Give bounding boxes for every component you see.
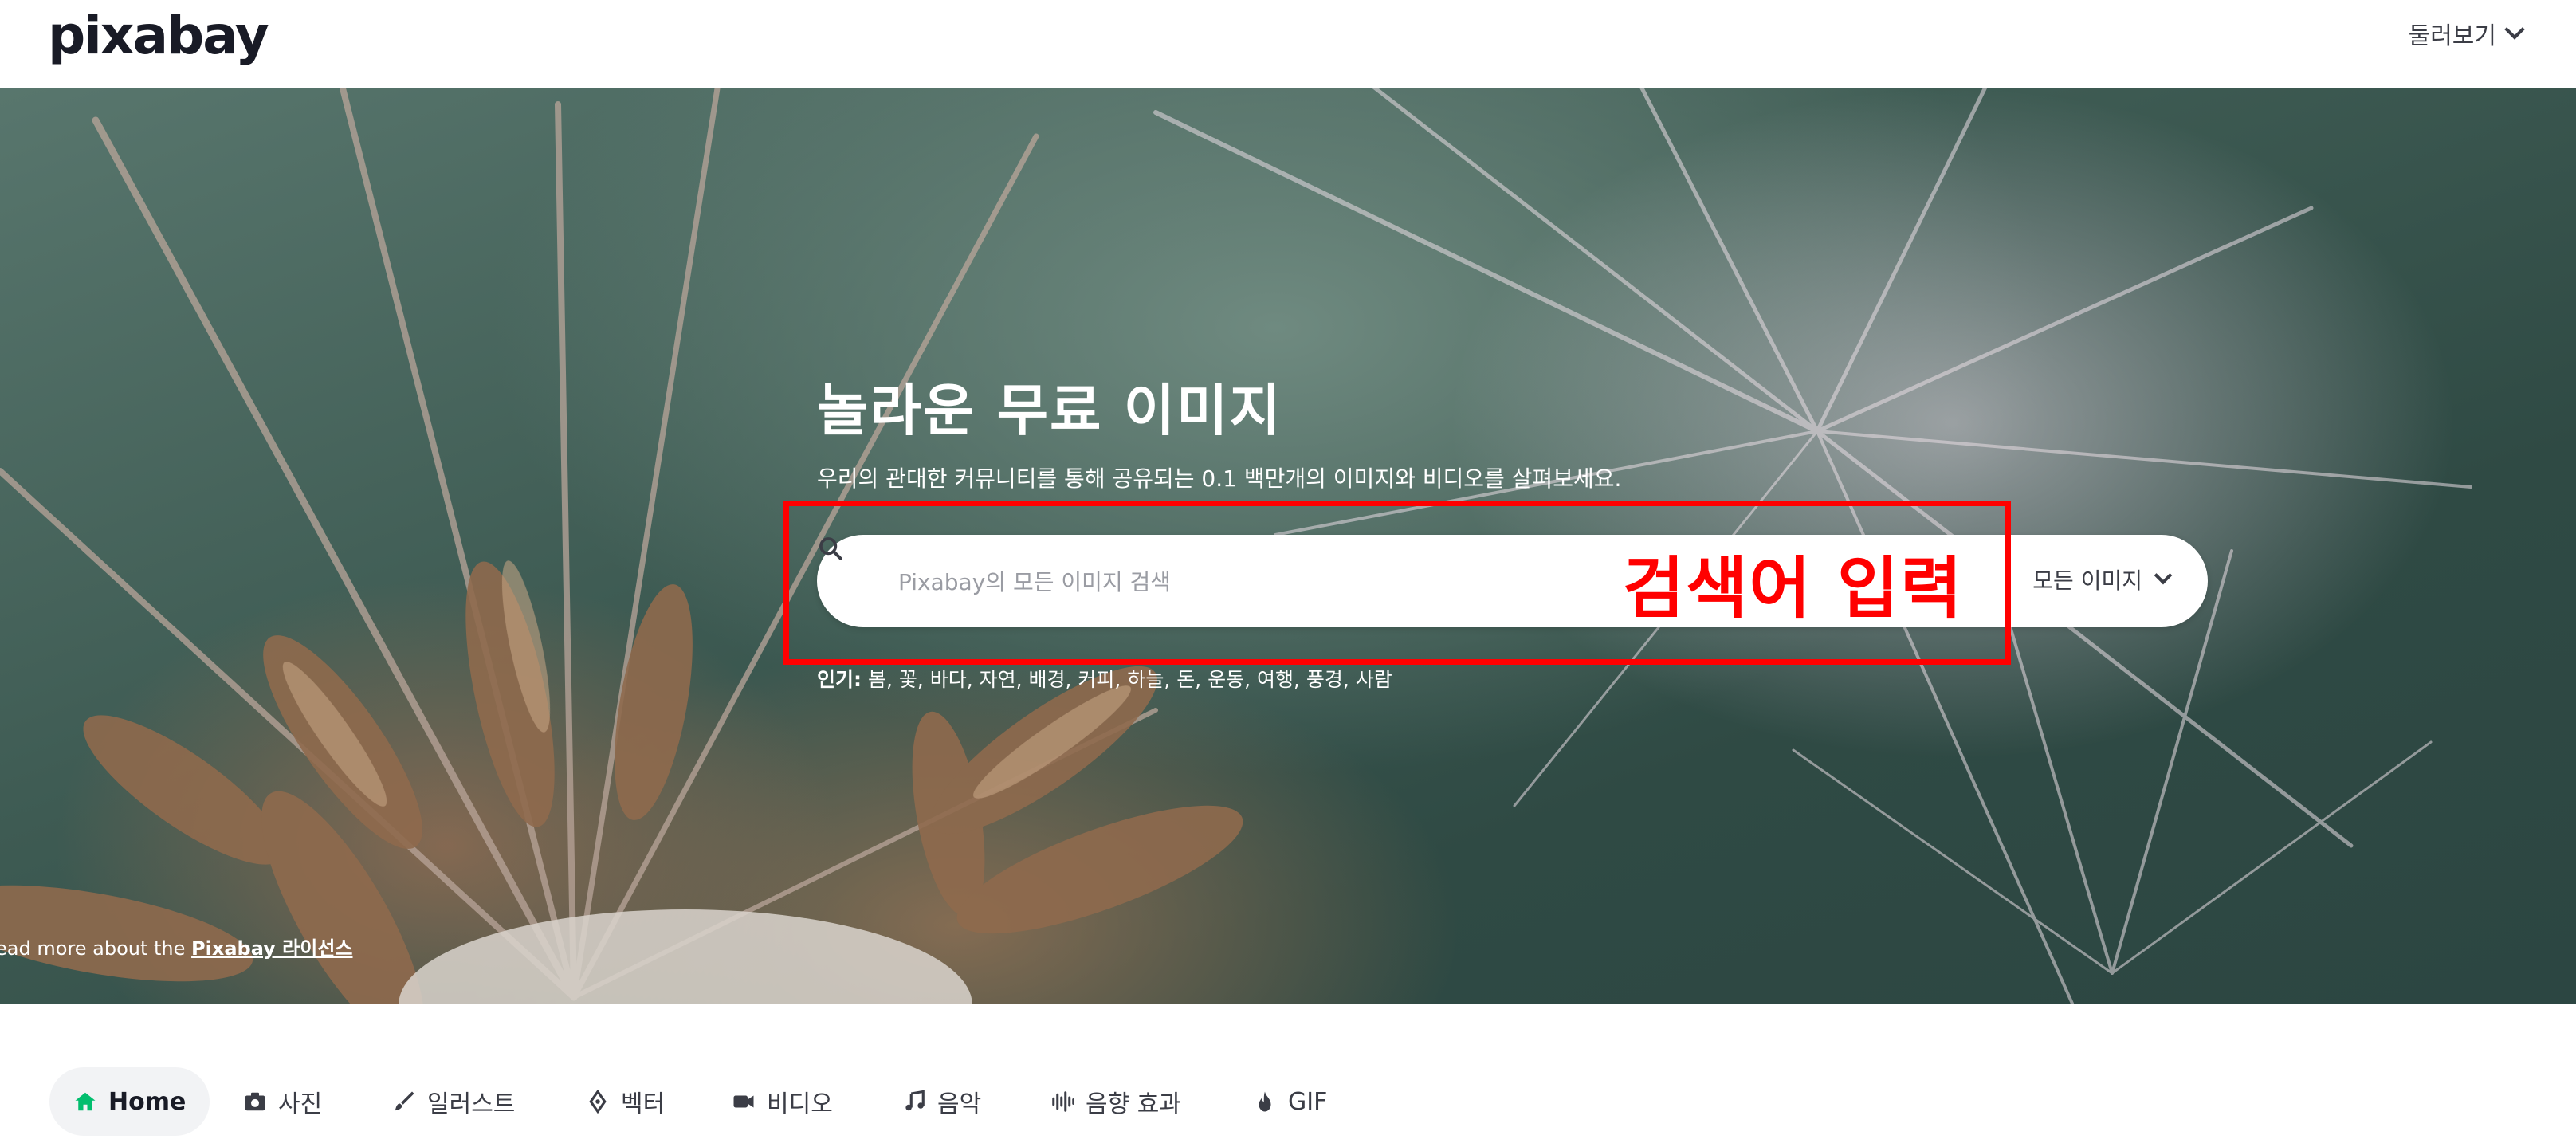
nav-item-label: 사진 (278, 1090, 323, 1118)
hero-title: 놀라운 무료 이미지 (817, 378, 1282, 443)
license-prefix: ead more about the (0, 937, 186, 960)
chevron-down-icon (2154, 566, 2173, 585)
nav-item-home[interactable]: Home (49, 1067, 210, 1136)
nav-item-label: GIF (1288, 1087, 1328, 1116)
top-header: pixabay 둘러보기 (0, 0, 2576, 88)
popular-searches: 인기: 봄, 꽃, 바다, 자연, 배경, 커피, 하늘, 돈, 운동, 여행,… (817, 664, 1392, 693)
category-nav: Home 사진 일러스트 벡터 비디오 음악 음향 효과 GIF (0, 1004, 2576, 1143)
pen-nib-icon (589, 1090, 607, 1114)
nav-item-sound-effects[interactable]: 음향 효과 (1050, 1067, 1181, 1136)
nav-item-label: 음향 효과 (1086, 1090, 1181, 1118)
fire-icon (1259, 1091, 1271, 1112)
nav-item-gif[interactable]: GIF (1253, 1067, 1327, 1136)
nav-item-photos[interactable]: 사진 (243, 1067, 322, 1136)
nav-item-music[interactable]: 음악 (902, 1067, 981, 1136)
home-icon (75, 1092, 96, 1111)
nav-item-label: Home (108, 1087, 187, 1116)
hero-subtitle: 우리의 관대한 커뮤니티를 통해 공유되는 0.1 백만개의 이미지와 비디오를… (817, 465, 1622, 492)
waveform-icon (1052, 1091, 1074, 1112)
music-note-icon (905, 1090, 925, 1111)
nav-item-illustrations[interactable]: 일러스트 (392, 1067, 515, 1136)
annotation-label: 검색어 입력 (1623, 549, 1964, 627)
popular-terms[interactable]: 봄, 꽃, 바다, 자연, 배경, 커피, 하늘, 돈, 운동, 여행, 풍경,… (868, 668, 1392, 691)
nav-item-videos[interactable]: 비디오 (732, 1067, 833, 1136)
nav-item-vectors[interactable]: 벡터 (586, 1067, 665, 1136)
video-camera-icon (733, 1095, 754, 1108)
nav-item-label: 비디오 (767, 1090, 833, 1118)
camera-icon (245, 1092, 265, 1111)
explore-menu[interactable]: 둘러보기 (2408, 16, 2525, 51)
nav-item-label: 음악 (937, 1090, 982, 1118)
media-type-filter[interactable]: 모든 이미지 (2032, 564, 2173, 595)
media-type-filter-label: 모든 이미지 (2032, 568, 2142, 594)
chevron-down-icon (2504, 19, 2525, 40)
brush-icon (395, 1091, 414, 1111)
pixabay-logo[interactable]: pixabay (48, 5, 269, 66)
license-note: ead more about the Pixabay 라이선스 (0, 933, 353, 960)
popular-label: 인기: (817, 668, 862, 691)
nav-item-label: 벡터 (621, 1090, 666, 1118)
nav-item-label: 일러스트 (427, 1090, 516, 1118)
explore-label: 둘러보기 (2408, 22, 2496, 50)
license-link[interactable]: Pixabay 라이선스 (191, 937, 352, 960)
